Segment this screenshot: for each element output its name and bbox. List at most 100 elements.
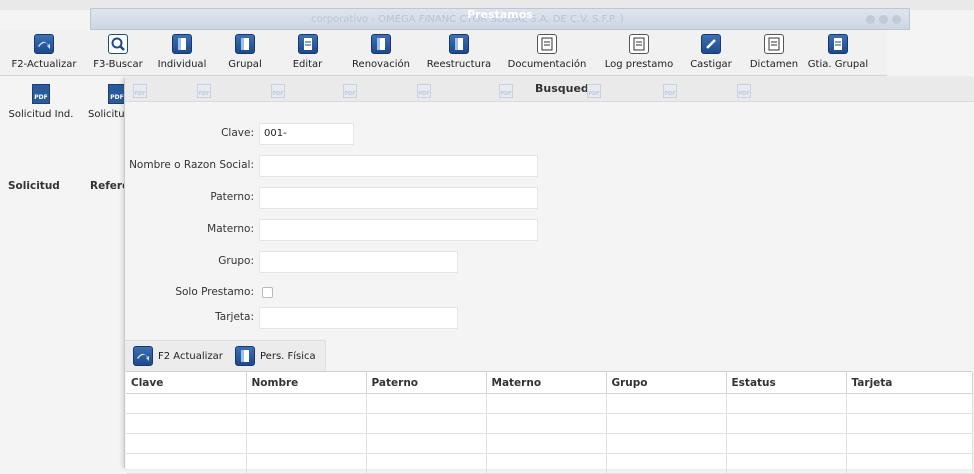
gtia-grupal-label: Gtia. Grupal	[807, 59, 869, 70]
solo-prestamo-row: Solo Prestamo:	[129, 282, 542, 304]
dialog-toolbar: F2 Actualizar Pers. Física	[125, 340, 326, 371]
document-icon	[537, 34, 557, 54]
restructure-icon	[449, 34, 469, 54]
pdf-icon: PDF	[499, 84, 513, 98]
paterno-row: Paterno:	[129, 187, 542, 209]
actualizar-button[interactable]: F2-Actualizar	[0, 30, 88, 75]
grupal-button[interactable]: Grupal	[216, 30, 274, 75]
pers-fisica-button[interactable]: Pers. Física	[235, 346, 316, 366]
table-row[interactable]	[126, 393, 973, 414]
dialog-header: PDF PDF PDF PDF PDF PDF Busqueda PDF PDF…	[125, 78, 974, 102]
edit-icon	[297, 34, 318, 54]
materno-input[interactable]	[259, 219, 538, 241]
person-icon	[235, 346, 255, 366]
col-solicitud: Solicitud	[8, 180, 60, 192]
dictamen-button[interactable]: Dictamen	[741, 30, 807, 75]
pdf-icon: PDF	[663, 84, 677, 98]
castigar-button[interactable]: Castigar	[681, 30, 741, 75]
pdf-icon: PDF	[32, 84, 50, 104]
solicitud-ind-button[interactable]: PDF Solicitud Ind.	[0, 80, 82, 120]
search-icon	[108, 34, 128, 54]
clave-label: Clave:	[221, 127, 254, 139]
individual-label: Individual	[157, 59, 207, 70]
pdf-icon: PDF	[343, 84, 357, 98]
f2-actualizar-label: F2 Actualizar	[158, 350, 223, 362]
reestructura-button[interactable]: Reestructura	[421, 30, 497, 75]
pdf-icon: PDF	[737, 84, 751, 98]
actualizar-label: F2-Actualizar	[11, 59, 77, 70]
minimize-button[interactable]	[866, 15, 875, 24]
nombre-input[interactable]	[259, 155, 538, 177]
tarjeta-label: Tarjeta:	[215, 311, 254, 323]
table-row[interactable]	[126, 433, 973, 454]
clave-row: Clave: 001-	[129, 123, 542, 145]
solicitud-grupal-label: Solicitu	[88, 109, 125, 120]
window-controls	[866, 15, 901, 24]
nombre-label: Nombre o Razon Social:	[129, 159, 254, 171]
pdf-icon: PDF	[197, 84, 211, 98]
castigar-label: Castigar	[690, 59, 732, 70]
buscar-button[interactable]: F3-Buscar	[88, 30, 148, 75]
secondary-toolbar: PDF Solicitud Ind. PDF Solicitu	[0, 76, 130, 126]
grupo-row: Grupo:	[129, 251, 542, 273]
col-paterno[interactable]: Paterno	[366, 372, 487, 394]
log-prestamo-button[interactable]: Log prestamo	[597, 30, 681, 75]
nombre-row: Nombre o Razon Social:	[129, 155, 542, 177]
materno-row: Materno:	[129, 219, 542, 241]
paterno-input[interactable]	[259, 187, 538, 209]
refresh-icon	[34, 34, 54, 54]
title-bar: corporativo - OMEGA FINANC CTOR SOCIAL S…	[90, 8, 910, 30]
f2-actualizar-button[interactable]: F2 Actualizar	[133, 346, 223, 366]
log-prestamo-label: Log prestamo	[604, 59, 674, 70]
col-estatus[interactable]: Estatus	[726, 372, 847, 394]
renovacion-button[interactable]: Renovación	[341, 30, 421, 75]
tarjeta-input[interactable]	[259, 307, 458, 329]
report-icon	[764, 34, 784, 54]
solo-prestamo-label: Solo Prestamo:	[175, 286, 254, 298]
col-tarjeta[interactable]: Tarjeta	[846, 372, 973, 394]
refresh-icon	[133, 346, 153, 366]
renovacion-label: Renovación	[352, 59, 410, 70]
individual-button[interactable]: Individual	[148, 30, 216, 75]
background-table-header: Solicitud Referen	[0, 180, 137, 196]
main-toolbar: F2-Actualizar F3-Buscar Individual Grupa…	[0, 30, 887, 76]
window-title: Prestamos	[467, 8, 533, 21]
log-icon	[629, 34, 649, 54]
pdf-icon: PDF	[133, 84, 147, 98]
grupo-label: Grupo:	[218, 255, 254, 267]
grupo-input[interactable]	[259, 251, 458, 273]
dictamen-label: Dictamen	[749, 59, 799, 70]
gtia-grupal-button[interactable]: Gtia. Grupal	[807, 30, 869, 75]
materno-label: Materno:	[207, 223, 254, 235]
busqueda-dialog: PDF PDF PDF PDF PDF PDF Busqueda PDF PDF…	[124, 78, 974, 474]
guarantee-icon	[828, 34, 848, 54]
pers-fisica-label: Pers. Física	[260, 350, 316, 362]
documentacion-button[interactable]: Documentación	[497, 30, 597, 75]
documentacion-label: Documentación	[507, 59, 587, 70]
search-form: Clave: 001- Nombre o Razon Social: Pater…	[129, 110, 542, 335]
col-nombre[interactable]: Nombre	[246, 372, 367, 394]
col-grupo[interactable]: Grupo	[606, 372, 727, 394]
col-clave[interactable]: Clave	[126, 372, 247, 394]
pdf-icon: PDF	[417, 84, 431, 98]
solo-prestamo-checkbox[interactable]	[262, 287, 273, 298]
buscar-label: F3-Buscar	[93, 59, 143, 70]
clave-input[interactable]: 001-	[259, 123, 354, 145]
solicitud-grupal-button[interactable]: PDF Solicitu	[88, 80, 128, 120]
pdf-icon: PDF	[271, 84, 285, 98]
reestructura-label: Reestructura	[426, 59, 492, 70]
pdf-icon: PDF	[587, 84, 601, 98]
group-icon	[235, 34, 255, 54]
close-button[interactable]	[892, 15, 901, 24]
penalize-icon	[701, 34, 721, 54]
maximize-button[interactable]	[879, 15, 888, 24]
table-row[interactable]	[126, 453, 973, 474]
renew-icon	[371, 34, 391, 54]
grupal-label: Grupal	[228, 59, 262, 70]
editar-button[interactable]: Editar	[274, 30, 341, 75]
table-row[interactable]	[126, 413, 973, 434]
results-table: Clave Nombre Paterno Materno Grupo Estat…	[126, 371, 973, 474]
person-icon	[172, 34, 192, 54]
paterno-label: Paterno:	[210, 191, 254, 203]
col-materno[interactable]: Materno	[486, 372, 607, 394]
